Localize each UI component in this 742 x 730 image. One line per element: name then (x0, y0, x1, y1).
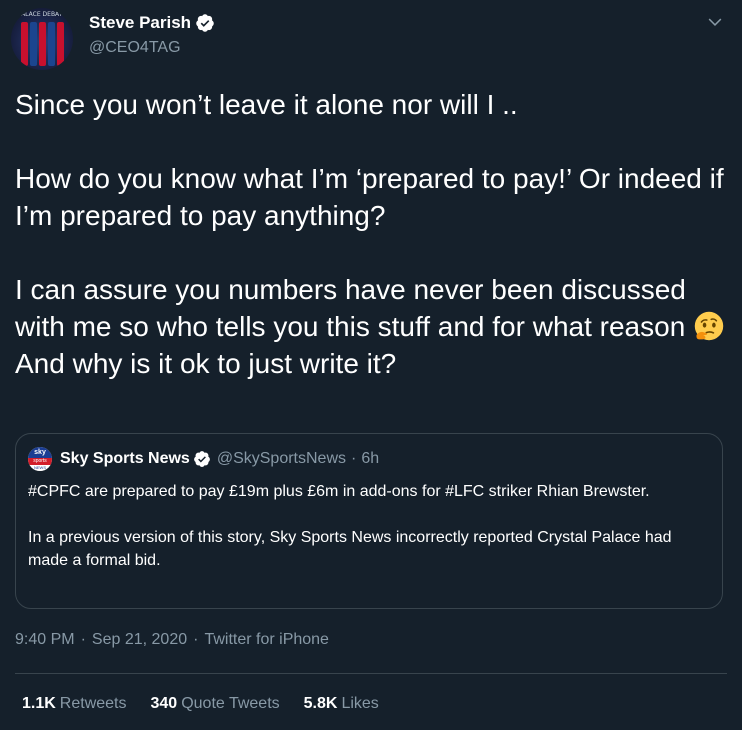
tweet-detail: PALACE DEBATE Steve Parish @CEO4TAG Sinc… (0, 0, 742, 730)
tweet-source[interactable]: Twitter for iPhone (204, 631, 329, 648)
tweet-date[interactable]: Sep 21, 2020 (92, 631, 187, 648)
tweet-time[interactable]: 9:40 PM (15, 631, 75, 648)
author-name[interactable]: Steve Parish (89, 13, 191, 33)
retweets-count: 1.1K (22, 695, 56, 712)
tweet-line: And why is it ok to just write it? (15, 348, 397, 379)
verified-badge-icon (196, 14, 214, 32)
thinking-face-icon (694, 311, 724, 341)
avatar-stripe (57, 22, 64, 66)
tweet-line: Since you won’t leave it alone nor will … (15, 89, 518, 120)
quoted-tweet-text: #CPFC are prepared to pay £19m plus £6m … (28, 480, 708, 572)
avatar-text: sky (28, 447, 52, 458)
tweet-line: I can assure you numbers have never been… (15, 271, 727, 345)
author-avatar[interactable]: PALACE DEBATE (11, 8, 73, 70)
avatar-caption: PALACE DEBATE (17, 11, 67, 18)
divider (15, 673, 727, 674)
quoted-tweet-card[interactable]: sky sports NEWS Sky Sports News @SkySpor… (15, 433, 723, 609)
quoted-paragraph: #CPFC are prepared to pay £19m plus £6m … (28, 483, 650, 500)
avatar-text: sports (28, 458, 52, 465)
quote-tweets-label: Quote Tweets (181, 695, 280, 712)
tweet-text: Since you won’t leave it alone nor will … (15, 86, 727, 382)
chevron-down-icon[interactable] (705, 12, 725, 32)
quoted-paragraph: In a previous version of this story, Sky… (28, 529, 672, 569)
quoted-author-avatar: sky sports NEWS (28, 447, 52, 471)
avatar-text: NEWS (28, 465, 52, 471)
quoted-author-handle: @SkySportsNews (216, 450, 346, 467)
retweets-label: Retweets (59, 695, 127, 712)
quote-tweets-count: 340 (150, 695, 178, 712)
avatar-stripe (48, 22, 55, 66)
separator-dot: · (351, 450, 357, 467)
separator-dot: · (80, 631, 86, 648)
separator-dot: · (193, 631, 199, 648)
tweet-line: How do you know what I’m ‘prepared to pa… (15, 163, 724, 231)
author-name-row[interactable]: Steve Parish (89, 13, 215, 33)
retweets-stat[interactable]: 1.1K Retweets (22, 695, 127, 713)
quoted-tweet-time: 6h (361, 450, 380, 467)
tweet-stats: 1.1K Retweets 340 Quote Tweets 5.8K Likes (22, 695, 403, 713)
avatar-stripe (21, 22, 28, 66)
quoted-author-name: Sky Sports News (60, 450, 190, 467)
tweet-line-text: I can assure you numbers have never been… (15, 274, 686, 342)
likes-label: Likes (341, 695, 379, 712)
likes-count: 5.8K (303, 695, 338, 712)
quote-tweets-stat[interactable]: 340 Quote Tweets (151, 695, 280, 713)
likes-stat[interactable]: 5.8K Likes (304, 695, 379, 713)
author-handle[interactable]: @CEO4TAG (89, 39, 181, 57)
verified-badge-icon (193, 451, 210, 467)
avatar-stripe (30, 22, 37, 66)
avatar-stripe (39, 22, 46, 66)
tweet-meta: 9:40 PM · Sep 21, 2020 · Twitter for iPhone (15, 631, 329, 649)
quoted-tweet-header: sky sports NEWS Sky Sports News @SkySpor… (28, 447, 379, 471)
